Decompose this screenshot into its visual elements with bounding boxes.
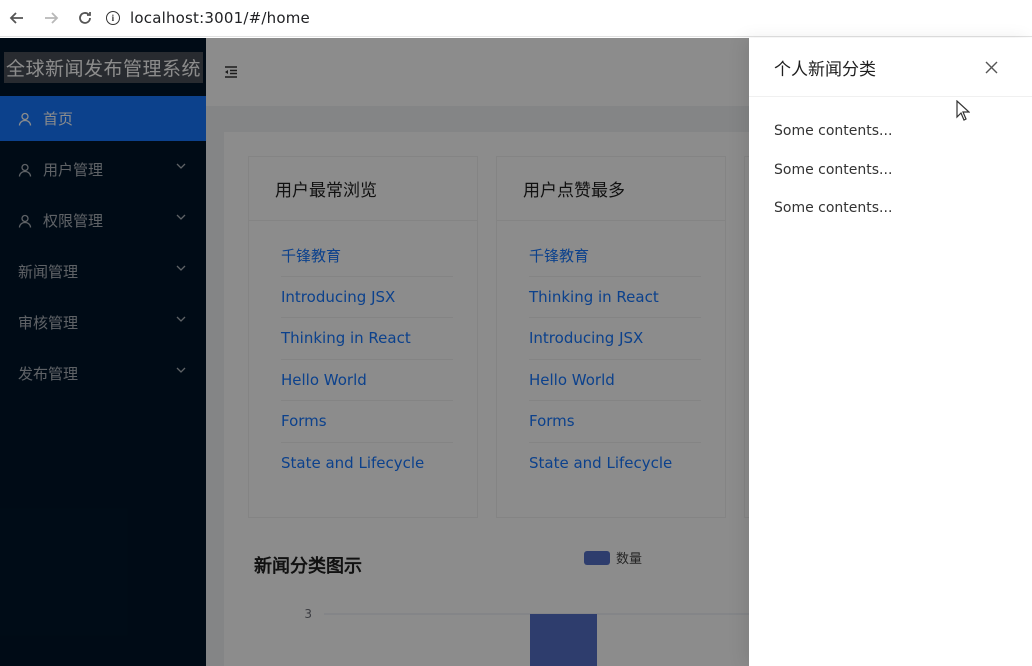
close-icon[interactable] bbox=[984, 60, 999, 75]
forward-button[interactable] bbox=[34, 0, 68, 37]
address-url: localhost:3001/#/home bbox=[130, 9, 310, 27]
mouse-cursor-icon bbox=[956, 100, 970, 121]
drawer-body: Some contents... Some contents... Some c… bbox=[749, 97, 1032, 265]
drawer-content-line: Some contents... bbox=[774, 123, 893, 139]
drawer-content-line: Some contents... bbox=[774, 161, 893, 178]
app: 全球新闻发布管理系统 首页 用户管理 权限管理 新闻管理 审核管理 发布管理 用… bbox=[0, 38, 1032, 666]
arrow-right-icon bbox=[45, 12, 59, 24]
browser-toolbar: i localhost:3001/#/home bbox=[0, 0, 1032, 37]
sidebar: 全球新闻发布管理系统 首页 用户管理 权限管理 新闻管理 审核管理 发布管理 bbox=[0, 38, 206, 666]
arrow-left-icon bbox=[9, 12, 23, 24]
info-icon[interactable]: i bbox=[106, 11, 120, 25]
sidebar-overlay bbox=[0, 38, 206, 666]
reload-button[interactable] bbox=[68, 0, 102, 37]
drawer-header: 个人新闻分类 bbox=[749, 38, 1032, 97]
drawer-content-line: Some contents... bbox=[774, 200, 893, 216]
drawer-title: 个人新闻分类 bbox=[774, 59, 876, 80]
address-bar[interactable]: i localhost:3001/#/home bbox=[106, 4, 310, 32]
drawer: 个人新闻分类 Some contents... Some contents...… bbox=[749, 38, 1032, 666]
back-button[interactable] bbox=[0, 0, 34, 37]
reload-icon bbox=[79, 12, 91, 24]
